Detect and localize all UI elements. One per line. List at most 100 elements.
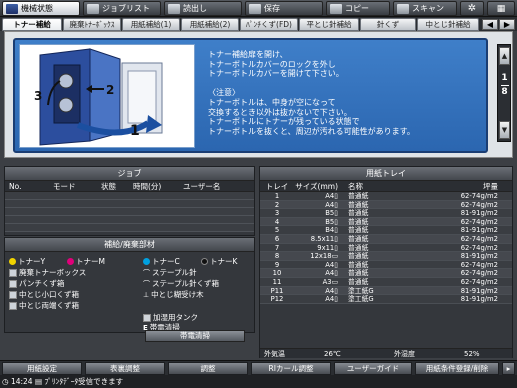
tray-id: 1: [274, 192, 280, 200]
subtab-prev-button[interactable]: ◀: [482, 19, 498, 30]
adjust-button[interactable]: 調整: [168, 362, 248, 375]
job-list-icon: [87, 3, 99, 14]
waste-toner-icon: [9, 268, 17, 277]
tab-copy[interactable]: コピー: [326, 1, 390, 16]
page-down-button[interactable]: ▼: [499, 121, 510, 139]
settings-button[interactable]: ✲: [460, 1, 484, 16]
tray-id: P12: [270, 295, 284, 304]
subtab-next-button[interactable]: ▶: [499, 19, 515, 30]
humidity-label: 外湿度: [394, 350, 415, 358]
caution-line: トナーボトルは、中身が空になって: [208, 97, 336, 107]
status-message: ﾌﾟﾘﾝﾀﾃﾞｰﾀ受信できます: [44, 377, 124, 386]
subtab-staple-waste[interactable]: 針くず: [360, 18, 416, 31]
ri-curl-adjust-button[interactable]: RIカール調整: [251, 362, 331, 375]
menu-button[interactable]: ▦: [487, 1, 515, 16]
tray-id: 9: [274, 260, 280, 269]
supply-trim-edge-waste: 中とじ両端くず箱: [9, 300, 79, 311]
caution-heading: 〈注意〉: [208, 88, 240, 98]
tray-row[interactable]: 7 9x11▯ 普通紙 62-74g/m2: [260, 243, 512, 253]
col-weight: 坪量: [483, 182, 498, 191]
job-row[interactable]: [5, 216, 254, 224]
charge-clean-button[interactable]: 帯電清掃: [145, 330, 245, 342]
paper-condition-register-button[interactable]: 用紙条件登録/削除: [415, 362, 499, 375]
instruction-line: トナーボトルカバーのロックを外し: [208, 59, 336, 69]
tray-id: P11: [270, 286, 284, 295]
subtab-paper-supply-1[interactable]: 用紙補給(1): [122, 18, 180, 31]
tray-paper-name: 普通紙: [348, 200, 369, 209]
gear-icon: ✲: [467, 3, 477, 14]
grid-menu-icon: ▦: [496, 3, 506, 14]
col-no: No.: [9, 182, 22, 191]
col-user: ユーザー名: [183, 182, 221, 191]
job-row[interactable]: [5, 192, 254, 200]
staple-icon: ⌒: [143, 268, 150, 277]
tray-row[interactable]: 11 A3▭ 普通紙 62-74g/m2: [260, 277, 512, 287]
tray-table-body: 1 A4▯ 普通紙 62-74g/m2 2 A4▯ 普通紙 62-74g/m2 3 B5▯ 普通紙 8…: [260, 192, 512, 304]
supply-staple: ⌒ ステープル針: [143, 268, 197, 277]
arrow-left-icon: ◀: [486, 20, 494, 29]
tray-row[interactable]: 4 B5▯ 普通紙 62-74g/m2: [260, 217, 512, 227]
tray-row[interactable]: 9 A4▯ 普通紙 62-74g/m2: [260, 260, 512, 270]
front-back-adjust-button[interactable]: 表裏調整: [85, 362, 165, 375]
function-bar-next-button[interactable]: ▸: [502, 362, 515, 375]
tray-weight: 62-74g/m2: [460, 217, 498, 226]
tray-row[interactable]: 8 12x18▭ 普通紙 81-91g/m2: [260, 252, 512, 261]
job-row[interactable]: [5, 200, 254, 208]
tray-row[interactable]: 6 8.5x11▯ 普通紙 62-74g/m2: [260, 234, 512, 244]
job-row[interactable]: [5, 208, 254, 216]
tab-save[interactable]: 保存: [245, 1, 323, 16]
paper-setting-button[interactable]: 用紙設定: [2, 362, 82, 375]
tray-size: B4▯: [325, 226, 338, 235]
tab-recall[interactable]: 読出し: [164, 1, 242, 16]
tab-scan[interactable]: スキャン: [393, 1, 457, 16]
guide-content: 1 2 3 トナー補給扉を開け、 トナーボトルカバーのロックを外し トナーボトル…: [13, 38, 488, 153]
page-up-button[interactable]: ▲: [499, 47, 510, 65]
subtab-waste-toner-box[interactable]: 廃棄ﾄﾅｰﾎﾞｯｸｽ: [63, 18, 121, 31]
tray-weight: 81-91g/m2: [460, 252, 498, 261]
paper-tray-panel: 用紙トレイ トレイ サイズ(mm) 名称 坪量 1 A4▯ 普通紙 62-74g/m2…: [259, 166, 513, 358]
tray-size: 9x11▯: [317, 243, 338, 252]
tray-row[interactable]: 5 B4▯ 普通紙 81-91g/m2: [260, 226, 512, 235]
tray-weight: 81-91g/m2: [460, 226, 498, 235]
tray-row[interactable]: P11 A4▯ 塗工紙G 81-91g/m2: [260, 286, 512, 296]
arrow-right-icon: ▸: [506, 364, 511, 373]
tray-size: A4▯: [325, 200, 338, 209]
tray-size: A3▭: [322, 277, 338, 286]
tray-row[interactable]: 2 A4▯ 普通紙 62-74g/m2: [260, 200, 512, 210]
tray-row[interactable]: 3 B5▯ 普通紙 81-91g/m2: [260, 209, 512, 218]
subtab-toner-supply[interactable]: トナー補給: [2, 18, 62, 31]
tray-size: A4▯: [325, 269, 338, 278]
supply-staple-waste: ⌒ ステープル針くず箱: [143, 279, 220, 288]
tray-row[interactable]: 1 A4▯ 普通紙 62-74g/m2: [260, 192, 512, 201]
toner-c-icon: [143, 258, 150, 265]
top-menu-bar: 機械状態 ジョブリスト 読出し 保存 コピー スキャン ✲ ▦: [0, 0, 517, 17]
tab-job-list[interactable]: ジョブリスト: [83, 1, 161, 16]
function-bar: 用紙設定 表裏調整 調整 RIカール調整 ユーザーガイド 用紙条件登録/削除 ▸: [0, 360, 517, 375]
tab-machine-status[interactable]: 機械状態: [2, 1, 80, 16]
supply-waste-toner-box: 廃棄トナーボックス: [9, 267, 86, 278]
printer-icon: ▤: [34, 377, 43, 386]
subtab-punch-waste[interactable]: ﾊﾟﾝﾁくず(FD): [240, 18, 298, 31]
job-table-header: No. モード 状態 時間(分) ユーザー名: [5, 181, 254, 192]
tray-id: 10: [272, 269, 282, 278]
supply-panel: 補給/廃棄部材 トナーY トナーM トナーC トナーK 廃棄トナーボックス ⌒ ス…: [4, 237, 255, 342]
tray-id: 4: [274, 217, 280, 226]
subtab-staple-supply[interactable]: 平とじ針補給: [299, 18, 359, 31]
guide-panel: 1 2 3 トナー補給扉を開け、 トナーボトルカバーのロックを外し トナーボトル…: [4, 31, 513, 158]
tray-size: B5▯: [325, 209, 338, 218]
guide-page-scroller: ▲ 1 8 ▼: [497, 44, 511, 142]
supply-punch-waste: パンチくず箱: [9, 278, 64, 289]
supply-trim-waste: 中とじ小口くず箱: [9, 289, 79, 300]
subtab-paper-supply-2[interactable]: 用紙補給(2): [181, 18, 239, 31]
tray-size: 12x18▭: [310, 252, 338, 261]
tray-size: 8.5x11▯: [310, 234, 338, 243]
page-total: 8: [501, 87, 508, 97]
col-mode: モード: [53, 182, 76, 191]
tray-row[interactable]: P12 A4▯ 塗工紙G 81-91g/m2: [260, 295, 512, 304]
outside-temp-value: 26℃: [324, 350, 341, 358]
subtab-saddle-staple-supply[interactable]: 中とじ針補給: [417, 18, 479, 31]
tray-row[interactable]: 10 A4▯ 普通紙 62-74g/m2: [260, 269, 512, 278]
user-guide-button[interactable]: ユーザーガイド: [334, 362, 412, 375]
tray-size: B5▯: [325, 217, 338, 226]
job-row[interactable]: [5, 224, 254, 232]
